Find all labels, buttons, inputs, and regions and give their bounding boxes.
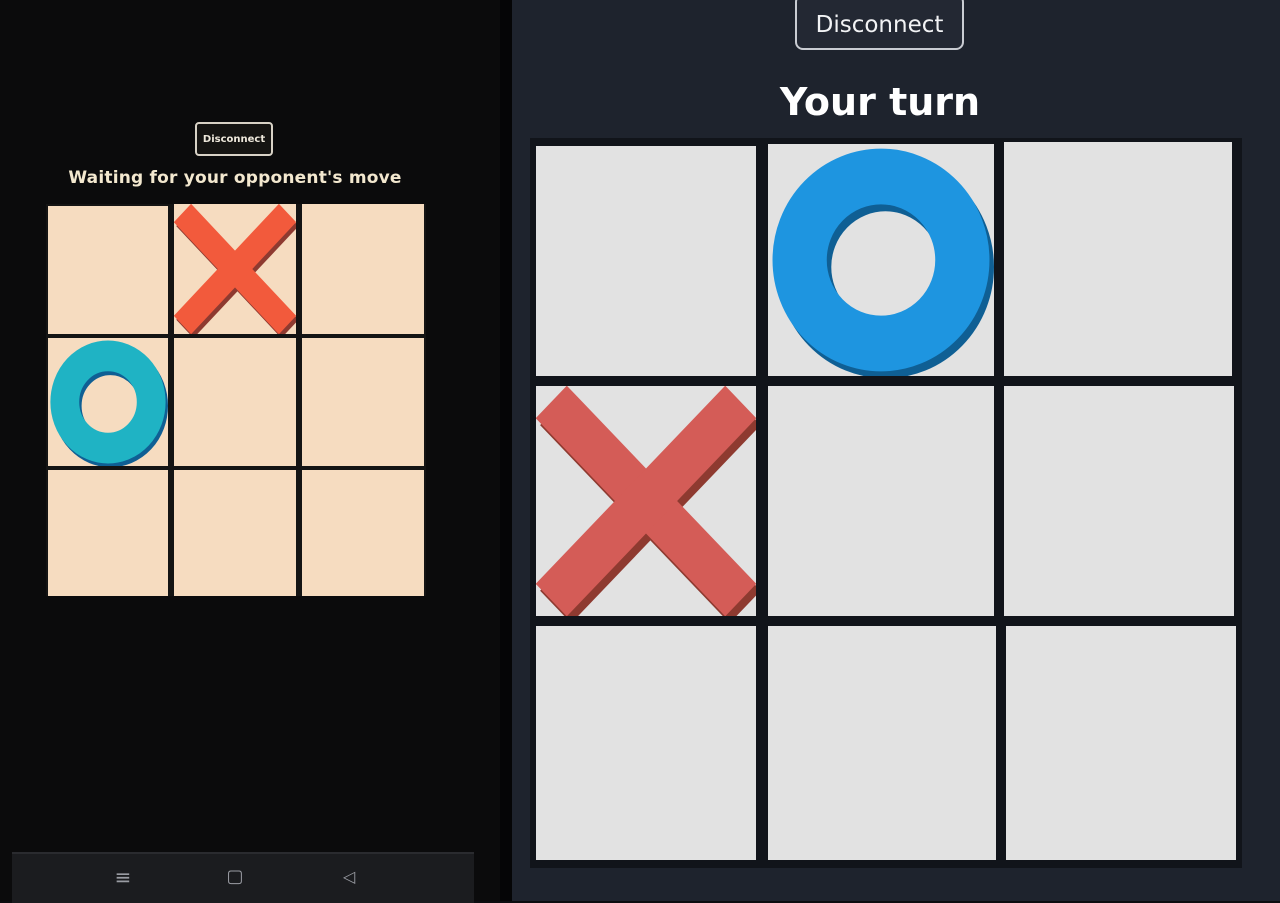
left-cell-1[interactable] <box>174 204 296 334</box>
left-cell-5[interactable] <box>302 338 424 466</box>
left-cell-4[interactable] <box>174 338 296 466</box>
right-cell-5[interactable] <box>1004 386 1234 616</box>
menu-icon[interactable]: ≡ <box>110 864 136 890</box>
right-x-mark-icon <box>536 386 756 616</box>
right-cell-2[interactable] <box>1004 142 1232 376</box>
right-cell-6[interactable] <box>536 626 756 860</box>
right-cell-3[interactable] <box>536 386 756 616</box>
right-game-board <box>530 138 1242 868</box>
right-o-mark-icon <box>772 148 994 376</box>
left-cell-3[interactable] <box>48 338 168 466</box>
left-cell-0[interactable] <box>48 206 168 334</box>
right-status-text: Your turn <box>779 80 981 124</box>
left-phone-screen: Disconnect Waiting for your opponent's m… <box>0 0 500 903</box>
left-cell-6[interactable] <box>48 470 168 596</box>
android-nav-bar: ≡ ▢ ◁ <box>12 852 474 903</box>
right-cell-4[interactable] <box>768 386 994 616</box>
left-x-mark-icon <box>174 204 296 334</box>
back-icon[interactable]: ◁ <box>336 864 362 890</box>
right-cell-1[interactable] <box>768 144 994 376</box>
left-status-text: Waiting for your opponent's move <box>68 168 402 188</box>
left-disconnect-button[interactable]: Disconnect <box>195 122 273 156</box>
left-cell-7[interactable] <box>174 470 296 596</box>
left-game-board <box>46 204 426 596</box>
left-o-mark-icon <box>50 340 168 466</box>
right-disconnect-button[interactable]: Disconnect <box>795 0 964 50</box>
device-bezel <box>500 0 512 901</box>
right-cell-7[interactable] <box>768 626 996 860</box>
left-cell-2[interactable] <box>302 204 424 334</box>
home-icon[interactable]: ▢ <box>222 864 248 890</box>
left-cell-8[interactable] <box>302 470 424 596</box>
right-cell-0[interactable] <box>536 146 756 376</box>
right-cell-8[interactable] <box>1006 626 1236 860</box>
